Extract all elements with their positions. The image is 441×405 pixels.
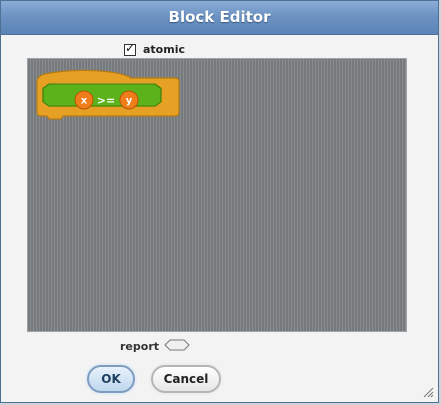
report-label: report: [120, 340, 159, 353]
report-slot[interactable]: [164, 338, 190, 352]
ok-button[interactable]: OK: [87, 365, 135, 393]
block-editor-dialog: Block Editor ✓ atomic x >= y report OK C…: [0, 0, 439, 403]
y-variable-label: y: [126, 96, 133, 107]
operator-label: >=: [97, 94, 115, 107]
hat-block[interactable]: x >= y: [35, 68, 180, 120]
title-bar[interactable]: Block Editor: [1, 1, 438, 35]
check-icon: ✓: [125, 41, 136, 55]
atomic-label: atomic: [143, 43, 185, 56]
resize-grip-icon[interactable]: [422, 386, 434, 398]
x-variable-label: x: [81, 96, 88, 107]
atomic-checkbox[interactable]: ✓: [124, 41, 136, 56]
cancel-button[interactable]: Cancel: [151, 365, 221, 393]
dialog-title: Block Editor: [168, 8, 271, 26]
